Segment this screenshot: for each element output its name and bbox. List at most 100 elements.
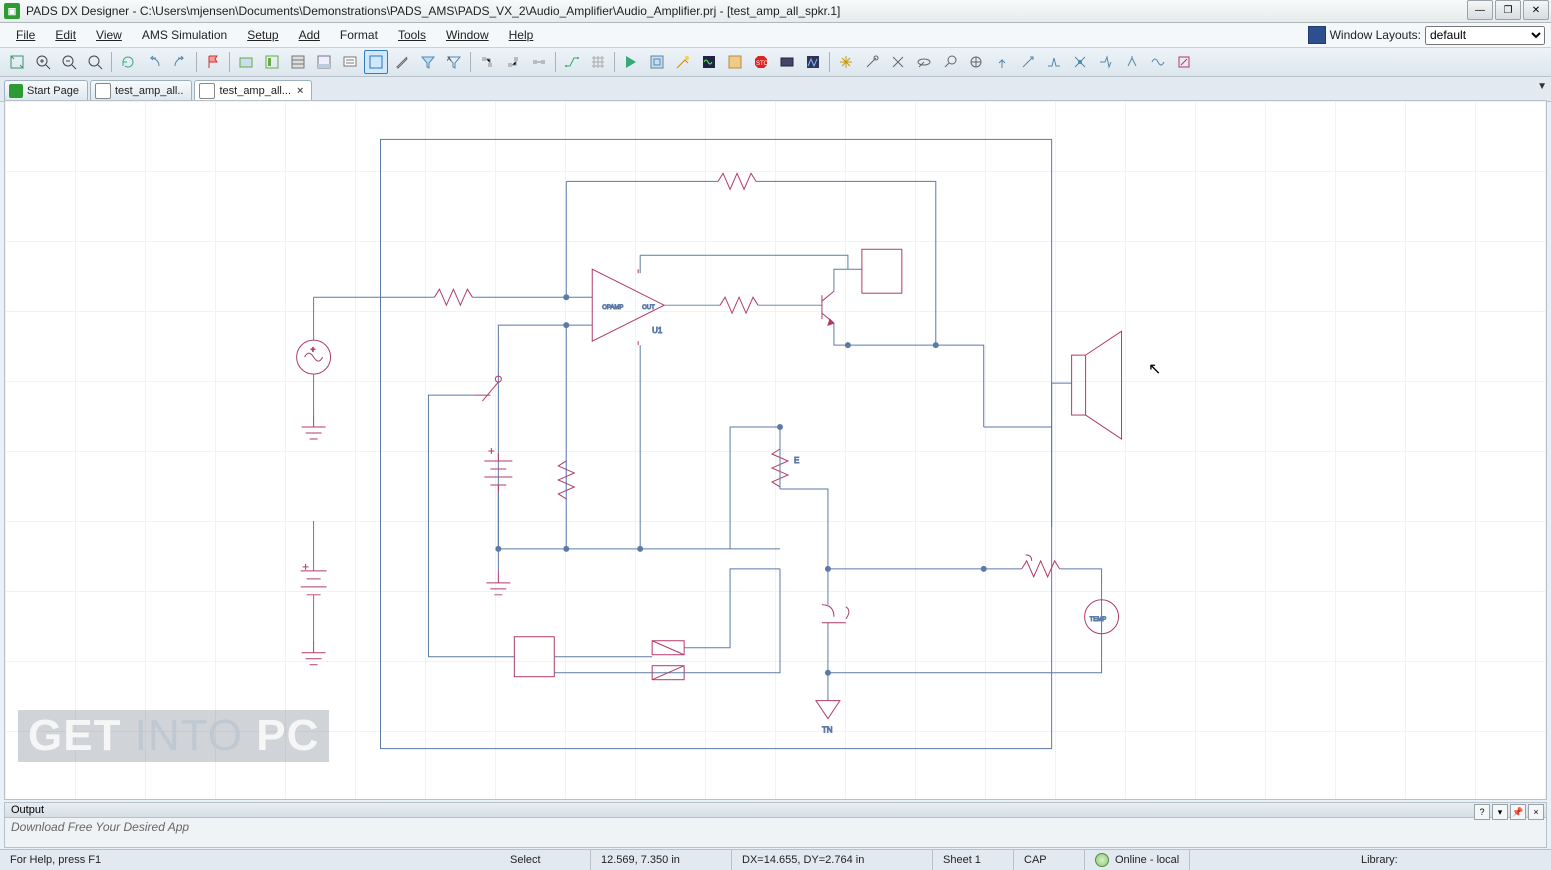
sim-run-icon[interactable] [619, 50, 643, 74]
refresh-icon[interactable] [116, 50, 140, 74]
menu-file[interactable]: File [6, 26, 45, 44]
marker1-icon[interactable] [990, 50, 1014, 74]
sparkle-icon[interactable] [834, 50, 858, 74]
tab-test-amp-active[interactable]: test_amp_all... × [194, 80, 312, 101]
menu-tools[interactable]: Tools [388, 26, 436, 44]
window-title: PADS DX Designer - C:\Users\mjensen\Docu… [26, 4, 840, 18]
svg-text:STOP: STOP [756, 61, 769, 67]
project-icon[interactable] [234, 50, 258, 74]
schematic-canvas[interactable]: OPAMP OUT U1 [4, 100, 1547, 800]
messages-icon[interactable] [338, 50, 362, 74]
svg-text:A: A [447, 57, 451, 63]
tab-label: Start Page [27, 85, 79, 97]
probe5-icon[interactable] [964, 50, 988, 74]
tab-label: test_amp_all.. [115, 85, 183, 97]
menu-add[interactable]: Add [289, 26, 330, 44]
zoom-out-icon[interactable] [57, 50, 81, 74]
svg-text:TN: TN [822, 726, 833, 735]
hier-up-icon[interactable] [475, 50, 499, 74]
output-close-button[interactable]: × [1528, 804, 1544, 820]
online-indicator-icon [1095, 853, 1109, 867]
output-panel-icon[interactable] [312, 50, 336, 74]
svg-text:OPAMP: OPAMP [602, 305, 623, 311]
status-mode: Select [500, 850, 591, 870]
tabs-dropdown-icon[interactable]: ▼ [1537, 81, 1547, 92]
status-help: For Help, press F1 [0, 850, 500, 870]
edit-mode-icon[interactable] [390, 50, 414, 74]
hier-side-icon[interactable] [527, 50, 551, 74]
document-icon [199, 83, 215, 99]
grid-icon[interactable] [586, 50, 610, 74]
svg-text:+: + [311, 345, 316, 354]
marker2-icon[interactable] [1016, 50, 1040, 74]
close-button[interactable]: ✕ [1523, 0, 1549, 20]
menu-ams-simulation[interactable]: AMS Simulation [132, 26, 237, 44]
menu-window[interactable]: Window [436, 26, 499, 44]
output-help-button[interactable]: ? [1474, 804, 1490, 820]
main-toolbar: A STOP [0, 48, 1551, 77]
sim-stop-icon[interactable]: STOP [749, 50, 773, 74]
sim-wave-icon[interactable] [697, 50, 721, 74]
probe3-icon[interactable] [912, 50, 936, 74]
tab-start-page[interactable]: Start Page [4, 80, 88, 101]
status-online: Online - local [1085, 850, 1190, 870]
menu-help[interactable]: Help [499, 26, 544, 44]
marker7-icon[interactable] [1146, 50, 1170, 74]
selection-filter-icon[interactable] [364, 50, 388, 74]
marker3-icon[interactable] [1042, 50, 1066, 74]
filter-icon[interactable] [416, 50, 440, 74]
text-filter-icon[interactable]: A [442, 50, 466, 74]
fit-icon[interactable] [5, 50, 29, 74]
tab-close-button[interactable]: × [297, 85, 303, 97]
output-dropdown-button[interactable]: ▾ [1492, 804, 1508, 820]
zoom-in-icon[interactable] [31, 50, 55, 74]
maximize-button[interactable]: ❐ [1495, 0, 1521, 20]
hier-down-icon[interactable] [501, 50, 525, 74]
undo-icon[interactable] [142, 50, 166, 74]
title-bar: ▣ PADS DX Designer - C:\Users\mjensen\Do… [0, 0, 1551, 23]
minimize-button[interactable]: — [1467, 0, 1493, 20]
route-icon[interactable] [560, 50, 584, 74]
layouts-icon [1308, 26, 1326, 44]
tab-label: test_amp_all... [219, 85, 291, 97]
start-page-icon [9, 84, 23, 98]
zoom-area-icon[interactable] [83, 50, 107, 74]
marker5-icon[interactable] [1094, 50, 1118, 74]
sim-settings-icon[interactable] [723, 50, 747, 74]
output-body: Download Free Your Desired App [5, 818, 1546, 836]
menu-format[interactable]: Format [330, 26, 388, 44]
sim-scope-icon[interactable] [801, 50, 825, 74]
flag-icon[interactable] [201, 50, 225, 74]
menu-setup[interactable]: Setup [237, 26, 288, 44]
svg-text:U1: U1 [652, 326, 663, 335]
tab-test-amp-1[interactable]: test_amp_all.. [90, 80, 192, 101]
menu-bar: File Edit View AMS Simulation Setup Add … [0, 23, 1551, 48]
navigator-icon[interactable] [260, 50, 284, 74]
sim-model-icon[interactable] [775, 50, 799, 74]
properties-icon[interactable] [286, 50, 310, 74]
app-icon: ▣ [4, 3, 20, 19]
probe4-icon[interactable] [938, 50, 962, 74]
layouts-select[interactable]: default [1425, 26, 1545, 45]
svg-text:OUT: OUT [642, 305, 655, 311]
redo-icon[interactable] [168, 50, 192, 74]
marker4-icon[interactable] [1068, 50, 1092, 74]
probe2-icon[interactable] [886, 50, 910, 74]
marker6-icon[interactable] [1120, 50, 1144, 74]
status-bar: For Help, press F1 Select 12.569, 7.350 … [0, 849, 1551, 870]
status-sheet: Sheet 1 [933, 850, 1014, 870]
svg-text:E: E [794, 456, 799, 465]
document-tabs: Start Page test_amp_all.. test_amp_all..… [0, 77, 1551, 102]
status-library: Library: [1351, 850, 1551, 870]
svg-text:TEMP: TEMP [1090, 617, 1107, 623]
sim-probe-icon[interactable] [671, 50, 695, 74]
menu-edit[interactable]: Edit [45, 26, 86, 44]
menu-view[interactable]: View [86, 26, 132, 44]
probe1-icon[interactable] [860, 50, 884, 74]
output-title: Output [11, 804, 44, 816]
sim-config-icon[interactable] [645, 50, 669, 74]
status-delta: DX=14.655, DY=2.764 in [732, 850, 933, 870]
output-pin-button[interactable]: 📌 [1510, 804, 1526, 820]
status-cap: CAP [1014, 850, 1085, 870]
marker8-icon[interactable] [1172, 50, 1196, 74]
